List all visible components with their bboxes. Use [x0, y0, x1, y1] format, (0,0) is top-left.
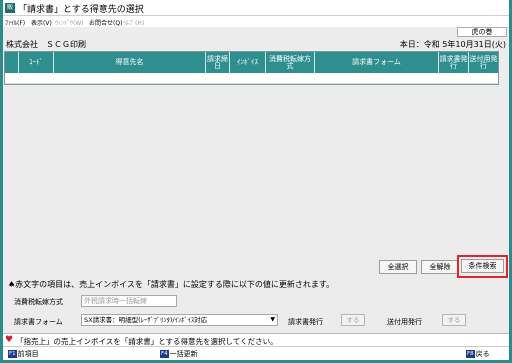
today-date: 本日：令和 5年10月31日(火) [399, 40, 506, 49]
invoice-form-value: SX請求書：明細型(ﾚｰｻﾞﾌﾟﾘﾝﾀ)/ｲﾝﾎﾞｲｽ対応 [84, 316, 208, 324]
notice-text: ♠赤文字の項目は、売上インボイスを「請求書」に設定する際に以下の値に更新されます… [8, 280, 335, 289]
app-icon: 販 [5, 3, 15, 13]
invoice-issue-button[interactable]: する [341, 314, 365, 326]
invoice-form-select[interactable]: SX請求書：明細型(ﾚｰｻﾞﾌﾟﾘﾝﾀ)/ｲﾝﾎﾞｲｽ対応 ▼ [81, 314, 278, 326]
header-invoice-issue[interactable]: 請求書発行 [439, 52, 469, 73]
status-bar: ♥ 「指売上」の売上インボイスを「請求書」とする得意先を選択してください。 [3, 333, 509, 346]
condition-search-button[interactable]: 条件検索 [461, 259, 504, 273]
function-key-bar: F1 前項目 F4 一括更新 F8 戻る [3, 346, 509, 360]
menu-inquiry[interactable]: お問合せ(Q) [89, 18, 122, 27]
header-invoice-form[interactable]: 請求書フォーム [315, 52, 439, 73]
tiger-manual-button[interactable]: 虎の巻 [457, 27, 507, 37]
customer-table: ｺｰﾄﾞ 得意先名 請求締日 ｲﾝﾎﾞｲｽ 消費税転嫁方式 請求書フォーム 請求… [4, 51, 499, 85]
table-header: ｺｰﾄﾞ 得意先名 請求締日 ｲﾝﾎﾞｲｽ 消費税転嫁方式 請求書フォーム 請求… [5, 52, 498, 73]
header-select [5, 52, 19, 73]
f1-key-icon: F1 [8, 350, 17, 358]
invoice-form-label: 請求書フォーム [14, 318, 63, 326]
menu-bar: ﾌｧｲﾙ(F) 表示(V) ｳｨﾝﾄﾞｳ(W) お問合せ(Q) ﾍﾙﾌﾟ(H) [3, 16, 509, 27]
window-title: 「請求書」とする得意先の選択 [18, 5, 144, 15]
send-issue-label: 送付用発行 [387, 318, 422, 326]
tax-method-field[interactable]: 外税請求時一括転嫁 [81, 295, 177, 307]
header-customer-name[interactable]: 得意先名 [54, 52, 206, 73]
f1-prev-item-button[interactable]: F1 前項目 [8, 349, 39, 359]
invoice-issue-label: 請求書発行 [288, 318, 323, 326]
chevron-down-icon: ▼ [270, 316, 275, 323]
menu-window[interactable]: ｳｨﾝﾄﾞｳ(W) [55, 18, 84, 27]
f8-key-icon: F8 [466, 350, 475, 358]
select-all-button[interactable]: 全選択 [379, 260, 417, 274]
send-issue-button[interactable]: する [442, 314, 466, 326]
tax-method-label: 消費税転嫁方式 [14, 298, 63, 306]
heart-icon: ♥ [5, 335, 14, 345]
header-code[interactable]: ｺｰﾄﾞ [19, 52, 54, 73]
f8-label: 戻る [475, 350, 490, 358]
header-closing-day[interactable]: 請求締日 [206, 52, 230, 73]
menu-file[interactable]: ﾌｧｲﾙ(F) [5, 18, 25, 27]
menu-help[interactable]: ﾍﾙﾌﾟ(H) [123, 18, 144, 27]
menu-view[interactable]: 表示(V) [31, 18, 52, 27]
table-row[interactable] [5, 73, 498, 84]
f4-batch-update-button[interactable]: F4 一括更新 [160, 349, 198, 359]
f8-back-button[interactable]: F8 戻る [466, 349, 490, 359]
f1-label: 前項目 [17, 350, 39, 358]
title-bar: 販 「請求書」とする得意先の選択 [3, 0, 509, 16]
header-tax-method[interactable]: 消費税転嫁方式 [266, 52, 315, 73]
clear-all-button[interactable]: 全解除 [421, 260, 459, 274]
header-send-issue[interactable]: 送付用発行 [469, 52, 498, 73]
f4-label: 一括更新 [169, 350, 198, 358]
header-invoice[interactable]: ｲﾝﾎﾞｲｽ [230, 52, 266, 73]
f4-key-icon: F4 [160, 350, 169, 358]
company-name: 株式会社 ＳＣＧ印刷 [6, 40, 86, 49]
